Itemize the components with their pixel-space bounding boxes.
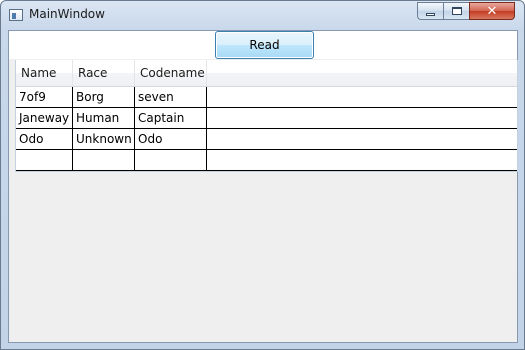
- cell-race[interactable]: Human: [73, 108, 135, 128]
- cell-race[interactable]: Unknown: [73, 129, 135, 149]
- column-header-name[interactable]: Name: [16, 60, 73, 86]
- column-header-filler: [207, 60, 517, 86]
- cell-race[interactable]: Borg: [73, 87, 135, 107]
- column-header-race[interactable]: Race: [73, 60, 135, 86]
- cell-filler: [207, 108, 517, 128]
- cell-codename[interactable]: [135, 150, 207, 170]
- app-icon[interactable]: [9, 9, 23, 21]
- cell-codename[interactable]: Captain: [135, 108, 207, 128]
- cell-name[interactable]: 7of9: [16, 87, 73, 107]
- client-area: Read Name Race Codename 7of9 Borg seven …: [8, 30, 518, 343]
- title-bar[interactable]: MainWindow ✕: [1, 1, 524, 29]
- read-button[interactable]: Read: [215, 31, 314, 59]
- table-row[interactable]: 7of9 Borg seven: [16, 87, 517, 108]
- cell-codename[interactable]: seven: [135, 87, 207, 107]
- table-row[interactable]: Odo Unknown Odo: [16, 129, 517, 150]
- grid-header: Name Race Codename: [16, 60, 517, 87]
- data-grid[interactable]: Name Race Codename 7of9 Borg seven Janew…: [15, 60, 518, 172]
- cell-filler: [207, 129, 517, 149]
- close-icon: ✕: [486, 3, 498, 19]
- table-row[interactable]: Janeway Human Captain: [16, 108, 517, 129]
- toolbar-area: Read: [9, 31, 517, 59]
- cell-codename[interactable]: Odo: [135, 129, 207, 149]
- window-title: MainWindow: [29, 7, 105, 21]
- maximize-button[interactable]: [443, 2, 470, 20]
- column-header-codename[interactable]: Codename: [135, 60, 207, 86]
- new-item-row[interactable]: [16, 150, 517, 171]
- cell-name[interactable]: [16, 150, 73, 170]
- main-window: MainWindow ✕ Read Name Race Codename 7of…: [0, 0, 525, 350]
- cell-race[interactable]: [73, 150, 135, 170]
- cell-filler: [207, 150, 517, 170]
- cell-name[interactable]: Janeway: [16, 108, 73, 128]
- maximize-icon: [451, 7, 462, 15]
- minimize-button[interactable]: [417, 2, 444, 20]
- close-button[interactable]: ✕: [469, 2, 515, 20]
- cell-filler: [207, 87, 517, 107]
- cell-name[interactable]: Odo: [16, 129, 73, 149]
- minimize-icon: [426, 12, 435, 16]
